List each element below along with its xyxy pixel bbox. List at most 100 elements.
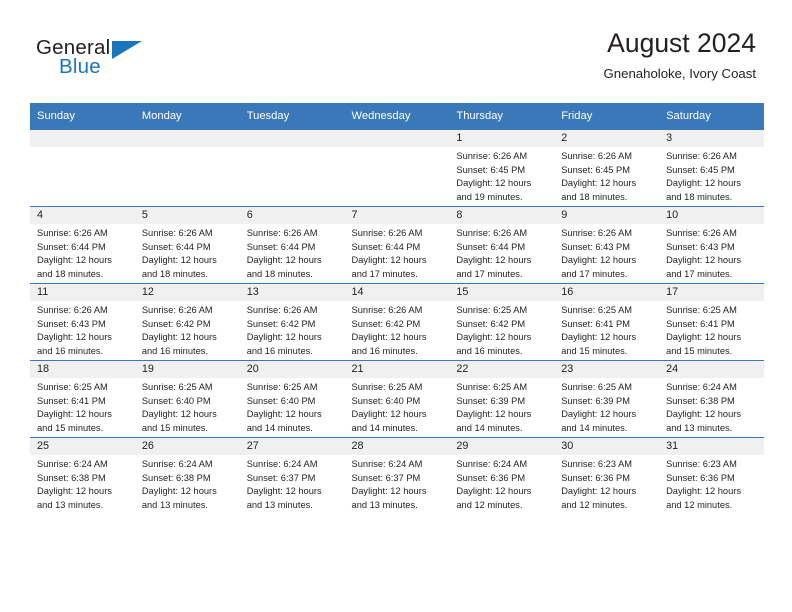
day-number: 18	[30, 361, 135, 378]
sunset-text: Sunset: 6:43 PM	[666, 241, 735, 252]
daylight-text-line1: Daylight: 12 hours	[37, 255, 112, 266]
day-details: Sunrise: 6:24 AM Sunset: 6:37 PM Daylight:…	[240, 455, 345, 513]
page-header: General Blue August 2024 Gnenaholoke, Iv…	[0, 0, 792, 100]
calendar-day-cell[interactable]: 30 Sunrise: 6:23 AM Sunset: 6:36 PM Dayligh…	[554, 437, 660, 514]
calendar-day-cell[interactable]: 8 Sunrise: 6:26 AM Sunset: 6:44 PM Daylight…	[449, 206, 555, 284]
sunrise-text: Sunrise: 6:23 AM	[561, 459, 633, 469]
daylight-text-line2: and 18 minutes.	[666, 191, 733, 202]
day-details: Sunrise: 6:26 AM Sunset: 6:44 PM Daylight:…	[30, 224, 135, 282]
daylight-text-line1: Daylight: 12 hours	[666, 332, 741, 343]
calendar-week-row: 1 Sunrise: 6:26 AM Sunset: 6:45 PM Daylight…	[30, 129, 764, 207]
day-cell-inner: 21 Sunrise: 6:25 AM Sunset: 6:40 PM Dayligh…	[344, 361, 450, 437]
sunset-text: Sunset: 6:39 PM	[561, 395, 630, 406]
day-number: 10	[659, 207, 764, 224]
calendar-day-cell[interactable]: 20 Sunrise: 6:25 AM Sunset: 6:40 PM Dayligh…	[239, 360, 345, 438]
general-blue-logo[interactable]: General Blue	[36, 36, 156, 84]
day-cell-inner: 19 Sunrise: 6:25 AM Sunset: 6:40 PM Dayligh…	[134, 361, 240, 437]
calendar-day-cell[interactable]: 28 Sunrise: 6:24 AM Sunset: 6:37 PM Dayligh…	[344, 437, 450, 514]
weekday-header-wednesday: Wednesday	[344, 103, 450, 130]
sunset-text: Sunset: 6:43 PM	[37, 318, 106, 329]
day-details: Sunrise: 6:26 AM Sunset: 6:44 PM Daylight:…	[135, 224, 240, 282]
day-number: 5	[134, 207, 240, 224]
calendar-day-cell[interactable]: 3 Sunrise: 6:26 AM Sunset: 6:45 PM Daylight…	[659, 129, 764, 207]
daylight-text-line1: Daylight: 12 hours	[246, 332, 322, 343]
daylight-text-line2: and 17 minutes.	[456, 268, 523, 279]
calendar-day-cell[interactable]: 18 Sunrise: 6:25 AM Sunset: 6:41 PM Dayligh…	[30, 360, 135, 438]
day-details: Sunrise: 6:26 AM Sunset: 6:42 PM Daylight:…	[135, 301, 240, 359]
calendar-day-cell[interactable]: 15 Sunrise: 6:25 AM Sunset: 6:42 PM Dayligh…	[449, 283, 555, 361]
day-cell-inner: 10 Sunrise: 6:26 AM Sunset: 6:43 PM Dayligh…	[659, 207, 764, 283]
day-number	[30, 130, 135, 147]
day-number: 27	[239, 438, 345, 455]
sunrise-text: Sunrise: 6:24 AM	[456, 459, 528, 469]
daylight-text-line1: Daylight: 12 hours	[141, 255, 217, 266]
day-number	[239, 130, 345, 147]
sunrise-text: Sunrise: 6:26 AM	[561, 151, 633, 161]
calendar-day-cell[interactable]: 6 Sunrise: 6:26 AM Sunset: 6:44 PM Daylight…	[239, 206, 345, 284]
calendar-day-cell[interactable]: 31 Sunrise: 6:23 AM Sunset: 6:36 PM Dayligh…	[659, 437, 764, 514]
calendar-day-cell[interactable]: 5 Sunrise: 6:26 AM Sunset: 6:44 PM Daylight…	[134, 206, 240, 284]
calendar-day-cell[interactable]: 23 Sunrise: 6:25 AM Sunset: 6:39 PM Dayligh…	[554, 360, 660, 438]
calendar-day-cell[interactable]: 27 Sunrise: 6:24 AM Sunset: 6:37 PM Dayligh…	[239, 437, 345, 514]
day-cell-inner	[30, 130, 135, 206]
daylight-text-line2: and 17 minutes.	[351, 268, 418, 279]
calendar-day-cell[interactable]: 17 Sunrise: 6:25 AM Sunset: 6:41 PM Dayligh…	[659, 283, 764, 361]
calendar-day-cell[interactable]: 14 Sunrise: 6:26 AM Sunset: 6:42 PM Dayligh…	[344, 283, 450, 361]
calendar-table: Sunday Monday Tuesday Wednesday Thursday Frid…	[30, 103, 764, 514]
daylight-text-line2: and 16 minutes.	[37, 345, 104, 356]
daylight-text-line1: Daylight: 12 hours	[456, 486, 532, 497]
day-cell-inner: 17 Sunrise: 6:25 AM Sunset: 6:41 PM Dayligh…	[659, 284, 764, 360]
daylight-text-line2: and 13 minutes.	[666, 422, 733, 433]
calendar-day-cell[interactable]: 24 Sunrise: 6:24 AM Sunset: 6:38 PM Dayligh…	[659, 360, 764, 438]
calendar-day-cell[interactable]: 29 Sunrise: 6:24 AM Sunset: 6:36 PM Dayligh…	[449, 437, 555, 514]
day-cell-inner: 7 Sunrise: 6:26 AM Sunset: 6:44 PM Daylight…	[344, 207, 450, 283]
daylight-text-line2: and 14 minutes.	[456, 422, 523, 433]
calendar-day-cell[interactable]: 10 Sunrise: 6:26 AM Sunset: 6:43 PM Dayligh…	[659, 206, 764, 284]
calendar-day-cell[interactable]: 12 Sunrise: 6:26 AM Sunset: 6:42 PM Dayligh…	[134, 283, 240, 361]
calendar-day-cell[interactable]: 21 Sunrise: 6:25 AM Sunset: 6:40 PM Dayligh…	[344, 360, 450, 438]
sunrise-text: Sunrise: 6:25 AM	[456, 305, 528, 315]
daylight-text-line2: and 13 minutes.	[351, 499, 418, 510]
daylight-text-line2: and 16 minutes.	[246, 345, 313, 356]
day-number: 9	[554, 207, 660, 224]
calendar-day-cell[interactable]: 7 Sunrise: 6:26 AM Sunset: 6:44 PM Daylight…	[344, 206, 450, 284]
day-number: 26	[134, 438, 240, 455]
daylight-text-line2: and 16 minutes.	[456, 345, 523, 356]
day-number: 13	[239, 284, 345, 301]
day-details: Sunrise: 6:25 AM Sunset: 6:39 PM Daylight:…	[554, 378, 659, 436]
daylight-text-line1: Daylight: 12 hours	[666, 178, 741, 189]
calendar-day-cell[interactable]: 26 Sunrise: 6:24 AM Sunset: 6:38 PM Dayligh…	[134, 437, 240, 514]
calendar-day-cell[interactable]: 2 Sunrise: 6:26 AM Sunset: 6:45 PM Daylight…	[554, 129, 660, 207]
day-details: Sunrise: 6:24 AM Sunset: 6:38 PM Daylight:…	[659, 378, 764, 436]
daylight-text-line2: and 14 minutes.	[561, 422, 628, 433]
day-cell-inner: 1 Sunrise: 6:26 AM Sunset: 6:45 PM Daylight…	[449, 130, 555, 206]
daylight-text-line1: Daylight: 12 hours	[561, 409, 637, 420]
day-details: Sunrise: 6:23 AM Sunset: 6:36 PM Daylight:…	[659, 455, 764, 513]
daylight-text-line1: Daylight: 12 hours	[141, 409, 217, 420]
day-cell-inner: 28 Sunrise: 6:24 AM Sunset: 6:37 PM Dayligh…	[344, 438, 450, 514]
sunrise-text: Sunrise: 6:24 AM	[351, 459, 423, 469]
daylight-text-line1: Daylight: 12 hours	[456, 409, 532, 420]
day-cell-inner: 25 Sunrise: 6:24 AM Sunset: 6:38 PM Dayligh…	[30, 438, 135, 514]
day-details: Sunrise: 6:25 AM Sunset: 6:41 PM Daylight:…	[659, 301, 764, 359]
calendar-day-cell[interactable]: 11 Sunrise: 6:26 AM Sunset: 6:43 PM Dayligh…	[30, 283, 135, 361]
calendar-day-cell[interactable]: 13 Sunrise: 6:26 AM Sunset: 6:42 PM Dayligh…	[239, 283, 345, 361]
sunset-text: Sunset: 6:38 PM	[37, 472, 106, 483]
daylight-text-line2: and 13 minutes.	[37, 499, 104, 510]
daylight-text-line2: and 12 minutes.	[456, 499, 523, 510]
calendar-day-cell[interactable]: 4 Sunrise: 6:26 AM Sunset: 6:44 PM Daylight…	[30, 206, 135, 284]
calendar-day-cell[interactable]: 22 Sunrise: 6:25 AM Sunset: 6:39 PM Dayligh…	[449, 360, 555, 438]
day-details: Sunrise: 6:24 AM Sunset: 6:38 PM Daylight:…	[135, 455, 240, 513]
daylight-text-line2: and 14 minutes.	[351, 422, 418, 433]
day-cell-inner: 22 Sunrise: 6:25 AM Sunset: 6:39 PM Dayligh…	[449, 361, 555, 437]
calendar-day-cell[interactable]: 25 Sunrise: 6:24 AM Sunset: 6:38 PM Dayligh…	[30, 437, 135, 514]
day-number: 16	[554, 284, 660, 301]
calendar-day-cell[interactable]: 19 Sunrise: 6:25 AM Sunset: 6:40 PM Dayligh…	[134, 360, 240, 438]
calendar-day-cell[interactable]: 1 Sunrise: 6:26 AM Sunset: 6:45 PM Daylight…	[449, 129, 555, 207]
calendar-day-cell[interactable]: 16 Sunrise: 6:25 AM Sunset: 6:41 PM Dayligh…	[554, 283, 660, 361]
sunset-text: Sunset: 6:45 PM	[561, 164, 630, 175]
calendar-day-cell[interactable]: 9 Sunrise: 6:26 AM Sunset: 6:43 PM Daylight…	[554, 206, 660, 284]
day-cell-inner	[239, 130, 345, 206]
sunrise-text: Sunrise: 6:25 AM	[666, 305, 737, 315]
day-number: 11	[30, 284, 135, 301]
